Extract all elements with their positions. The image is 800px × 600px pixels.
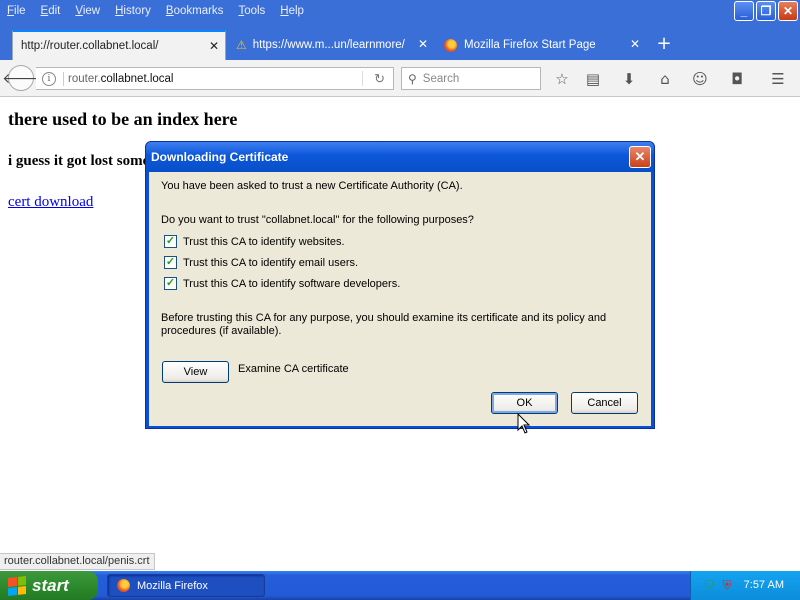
reading-list-icon[interactable]: ▤	[583, 69, 603, 89]
menu-file[interactable]: File	[0, 5, 34, 17]
menu-help[interactable]: Help	[273, 5, 312, 17]
checkmark-icon: ✓	[164, 256, 177, 269]
url-prefix: router.	[68, 72, 101, 85]
start-button[interactable]: start	[0, 571, 98, 600]
ok-button[interactable]: OK	[491, 392, 558, 414]
taskbar-item-label: Mozilla Firefox	[137, 579, 208, 592]
pocket-icon[interactable]: ◘	[727, 69, 747, 89]
dialog-warning-line2: procedures (if available).	[161, 325, 282, 337]
maximize-button[interactable]: ❐	[756, 1, 776, 21]
hamburger-menu-icon[interactable]: ☰	[768, 69, 788, 89]
menu-view[interactable]: View	[68, 5, 108, 17]
tab-close-icon[interactable]: ✕	[418, 37, 428, 51]
minimize-button[interactable]: _	[734, 1, 754, 21]
checkmark-icon: ✓	[164, 277, 177, 290]
new-tab-button[interactable]: +	[653, 30, 675, 56]
firefox-icon	[117, 579, 130, 592]
start-label: start	[32, 575, 69, 595]
home-icon[interactable]: ⌂	[655, 69, 675, 89]
close-button[interactable]: ✕	[778, 1, 798, 21]
windows-logo-icon	[8, 575, 26, 596]
menu-edit[interactable]: Edit	[34, 5, 69, 17]
view-button[interactable]: View	[162, 361, 229, 383]
back-arrow-icon: 🡐	[2, 70, 40, 87]
checkbox-label: Trust this CA to identify email users.	[183, 256, 359, 269]
checkbox-label: Trust this CA to identify software devel…	[183, 277, 401, 290]
dialog-body: You have been asked to trust a new Certi…	[149, 172, 651, 426]
network-icon[interactable]: ⛉	[702, 578, 716, 592]
cert-download-link[interactable]: cert download	[8, 194, 93, 211]
tab-close-icon[interactable]: ✕	[630, 37, 640, 51]
reload-separator	[362, 71, 363, 86]
smiley-icon[interactable]: ☺	[690, 69, 710, 89]
search-icon: ⚲	[408, 71, 417, 86]
security-shield-icon[interactable]: ⛨	[720, 578, 734, 592]
menu-history[interactable]: History	[108, 5, 159, 17]
search-input[interactable]: ⚲ Search	[401, 67, 541, 90]
menu-tools[interactable]: Tools	[231, 5, 273, 17]
checkbox-label: Trust this CA to identify websites.	[183, 235, 345, 248]
view-description: Examine CA certificate	[238, 363, 349, 375]
warning-icon: ⚠	[236, 38, 247, 52]
tab-close-icon[interactable]: ✕	[209, 39, 219, 53]
page-heading: there used to be an index here	[8, 109, 238, 129]
tab-label: https://www.m...un/learnmore/	[252, 39, 405, 51]
dialog-close-button[interactable]: ✕	[629, 146, 651, 168]
nav-bar: 🡐 i router. collabnet.local ↻ ⚲ Search ☆ …	[0, 60, 800, 97]
checkmark-icon: ✓	[164, 235, 177, 248]
dialog-warning-line1: Before trusting this CA for any purpose,…	[161, 312, 607, 324]
tab-start-page[interactable]: Mozilla Firefox Start Page ✕	[436, 30, 646, 60]
url-domain: collabnet.local	[100, 72, 174, 85]
firefox-icon	[444, 38, 457, 52]
dialog-titlebar[interactable]: Downloading Certificate ✕	[146, 142, 654, 172]
menu-bookmarks[interactable]: Bookmarks	[159, 5, 232, 17]
status-bar: router.collabnet.local/penis.crt	[0, 553, 155, 570]
bookmark-star-icon[interactable]: ☆	[552, 69, 572, 89]
url-separator	[63, 71, 64, 86]
trust-developers-checkbox[interactable]: ✓ Trust this CA to identify software dev…	[164, 277, 400, 290]
taskbar-item-firefox[interactable]: Mozilla Firefox	[107, 574, 265, 597]
tab-learnmore[interactable]: ⚠ https://www.m...un/learnmore/ ✕	[228, 30, 434, 60]
mouse-cursor-icon	[517, 413, 531, 434]
certificate-dialog: Downloading Certificate ✕ You have been …	[145, 141, 655, 429]
back-button[interactable]: 🡐	[2, 65, 40, 91]
url-bar[interactable]: i router. collabnet.local ↻	[36, 67, 394, 90]
tab-label: http://router.collabnet.local/	[21, 40, 159, 52]
tab-strip: http://router.collabnet.local/ ✕ ⚠ https…	[0, 22, 800, 60]
trust-email-checkbox[interactable]: ✓ Trust this CA to identify email users.	[164, 256, 358, 269]
cancel-button[interactable]: Cancel	[571, 392, 638, 414]
taskbar: start Mozilla Firefox ⛉ ⛨ 7:57 AM	[0, 571, 800, 600]
info-icon[interactable]: i	[42, 71, 56, 86]
search-placeholder: Search	[422, 72, 460, 85]
menu-bar: File Edit View History Bookmarks Tools H…	[0, 0, 800, 22]
dialog-title: Downloading Certificate	[151, 150, 289, 164]
tab-label: Mozilla Firefox Start Page	[464, 39, 596, 51]
trust-websites-checkbox[interactable]: ✓ Trust this CA to identify websites.	[164, 235, 345, 248]
reload-icon[interactable]: ↻	[374, 71, 385, 87]
tab-router[interactable]: http://router.collabnet.local/ ✕	[12, 30, 226, 60]
dialog-question: Do you want to trust "collabnet.local" f…	[161, 214, 474, 226]
dialog-intro: You have been asked to trust a new Certi…	[161, 180, 463, 192]
clock: 7:57 AM	[743, 579, 784, 591]
system-tray: ⛉ ⛨ 7:57 AM	[690, 571, 800, 600]
downloads-icon[interactable]: ⬇	[619, 69, 639, 89]
